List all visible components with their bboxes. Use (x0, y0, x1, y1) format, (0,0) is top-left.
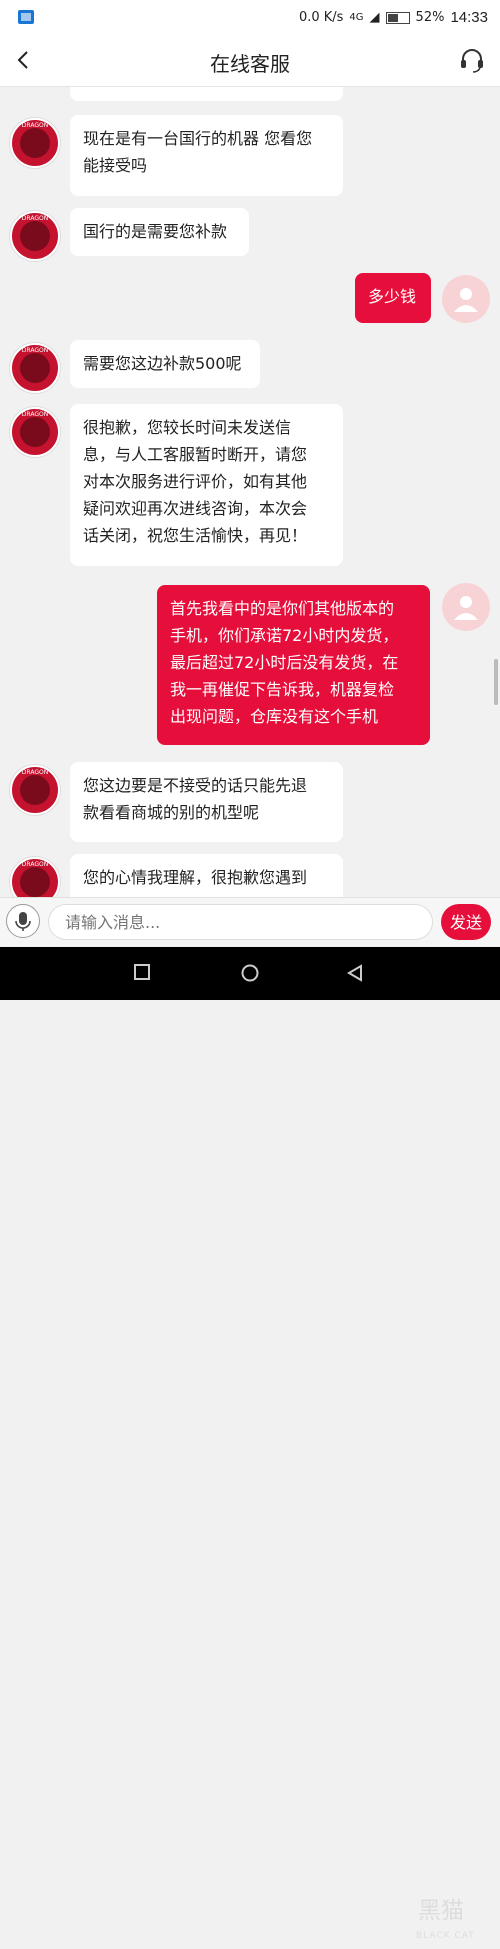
agent-avatar (10, 765, 60, 815)
message-bubble-agent: 现在是有一台国行的机器 您看您 能接受吗 (70, 115, 343, 196)
message-bubble-user: 多少钱 (355, 273, 431, 323)
page-title: 在线客服 (210, 52, 290, 76)
message-bubble-agent: 很抱歉，您较长时间未发送信 息，与人工客服暂时断开，请您 对本次服务进行评价，如… (70, 404, 343, 566)
send-button[interactable]: 发送 (441, 904, 491, 940)
message-bubble-agent: 国行的是需要您补款 (70, 208, 249, 256)
user-avatar (442, 583, 490, 631)
home-icon[interactable] (241, 964, 259, 982)
agent-avatar (10, 211, 60, 261)
message-bubble-partial (70, 87, 343, 101)
message-input-bar: 发送 (0, 897, 500, 946)
battery-level: 52% (415, 10, 445, 25)
message-bubble-user: 首先我看中的是你们其他版本的 手机，你们承诺72小时内发货， 最后超过72小时后… (157, 585, 430, 745)
user-avatar (442, 275, 490, 323)
back-triangle-icon[interactable] (347, 964, 363, 982)
agent-avatar (10, 857, 60, 897)
signal-icon: ◢ (369, 10, 380, 25)
message-bubble-agent: 您这边要是不接受的话只能先退 款看看商城的别的机型呢 (70, 762, 343, 842)
agent-avatar (10, 343, 60, 393)
watermark: 黑猫 BLACK CAT (378, 1899, 500, 1945)
clock: 14:33 (450, 9, 488, 26)
customer-service-headset-icon[interactable] (458, 46, 486, 74)
chat-header: 在线客服 (0, 36, 500, 87)
signal-type: 4G (349, 12, 364, 23)
chat-scrollbar[interactable] (494, 659, 498, 705)
battery-icon (385, 11, 410, 24)
message-bubble-agent: 需要您这边补款500呢 (70, 340, 260, 388)
android-nav-bar: 黑猫 BLACK CAT (0, 947, 500, 1941)
status-bar: 0.0 K/s 4G ◢ 52% 14:33 (0, 0, 500, 36)
agent-avatar (10, 118, 60, 168)
network-speed: 0.0 K/s (298, 10, 344, 25)
watermark-en: BLACK CAT (416, 1931, 475, 1941)
recent-apps-icon[interactable] (134, 964, 150, 980)
agent-avatar (10, 407, 60, 457)
microphone-icon[interactable] (6, 904, 40, 938)
chat-message-list[interactable]: 现在是有一台国行的机器 您看您 能接受吗 国行的是需要您补款 多少钱 需要您这边… (0, 87, 500, 897)
watermark-cn: 黑猫 (418, 1898, 464, 1924)
message-bubble-agent: 您的心情我理解，很抱歉您遇到 (70, 854, 343, 897)
status-right: 0.0 K/s 4G ◢ 52% 14:33 (299, 9, 488, 26)
message-input[interactable] (48, 904, 433, 940)
app-notification-icon (18, 10, 34, 24)
